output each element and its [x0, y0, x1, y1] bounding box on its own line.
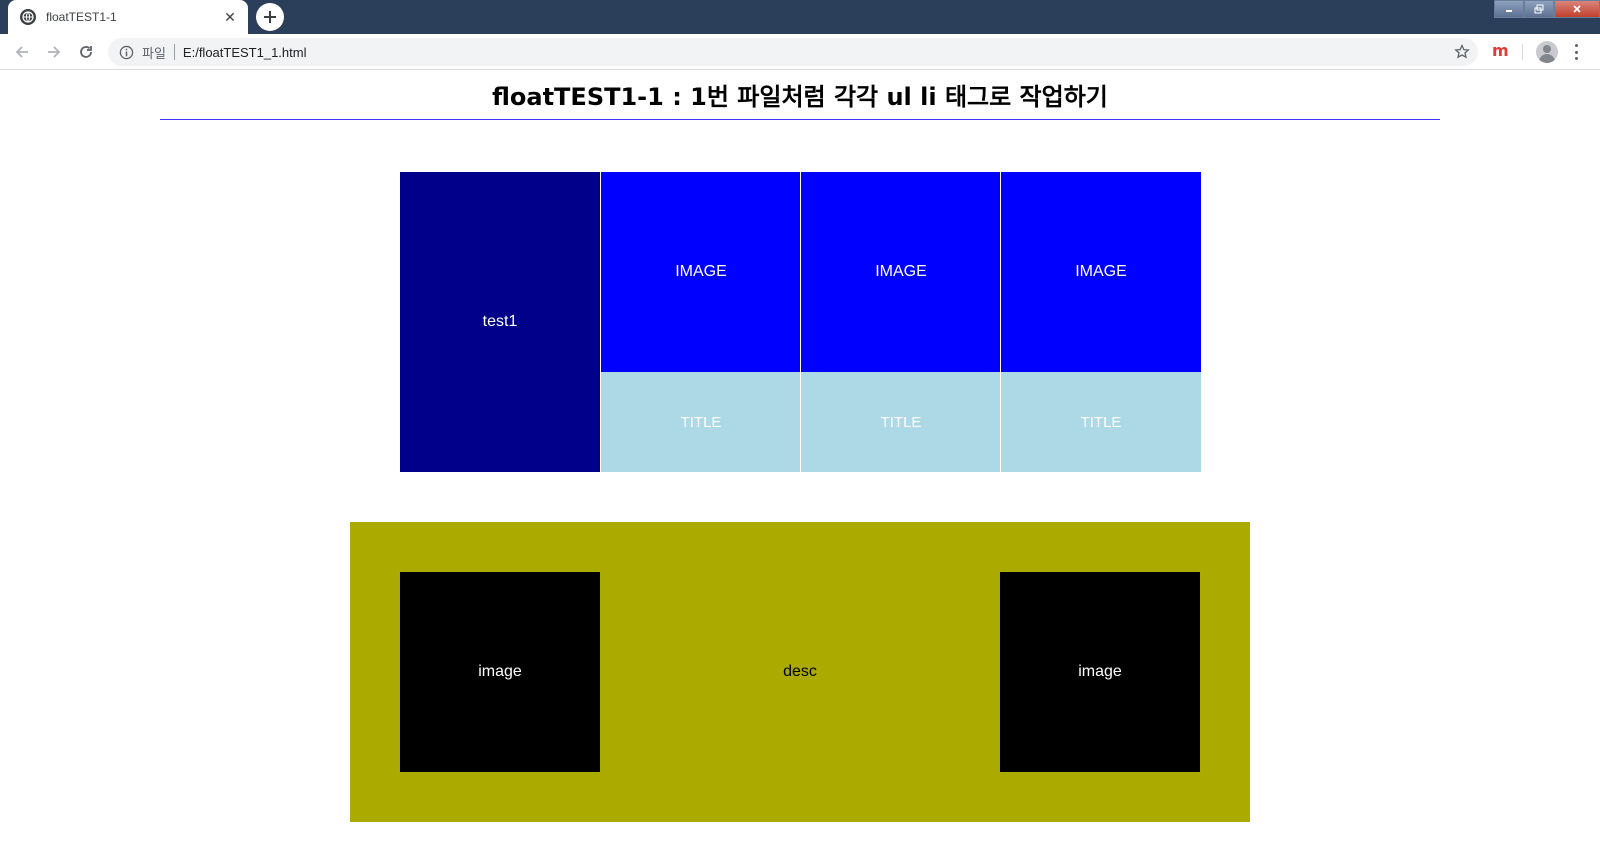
- test1-label: test1: [482, 313, 518, 330]
- card-title-label: TITLE: [880, 413, 922, 431]
- gallery-section: test1 IMAGE TITLE IMAGE TITLE IMAGE TITL…: [400, 172, 1201, 472]
- window-close-button[interactable]: [1554, 0, 1600, 18]
- omnibox-divider: [173, 44, 175, 60]
- page-viewport: floatTEST1-1 : 1번 파일처럼 각각 ul li 태그로 작업하기…: [0, 70, 1600, 860]
- card-image-label: IMAGE: [675, 263, 727, 280]
- url-text[interactable]: E:/floatTEST1_1.html: [183, 45, 307, 60]
- toolbar-divider: [1522, 44, 1523, 60]
- card-image-box: IMAGE: [801, 172, 1001, 372]
- window-controls: [1494, 0, 1600, 20]
- globe-icon: [20, 9, 36, 25]
- address-bar[interactable]: 파일 E:/floatTEST1_1.html: [108, 38, 1478, 66]
- card-image-label: IMAGE: [875, 263, 927, 280]
- reload-button[interactable]: [76, 42, 96, 62]
- tab-title: floatTEST1-1: [46, 10, 117, 24]
- card-image-box: IMAGE: [1001, 172, 1201, 372]
- card-title-box: TITLE: [1001, 372, 1201, 472]
- test1-box: test1: [400, 172, 600, 472]
- gallery-card: IMAGE TITLE: [600, 172, 801, 472]
- card-title-box: TITLE: [601, 372, 801, 472]
- bookmark-star-icon[interactable]: [1454, 44, 1470, 60]
- scheme-label: 파일: [142, 45, 166, 61]
- page-title: floatTEST1-1 : 1번 파일처럼 각각 ul li 태그로 작업하기: [160, 80, 1440, 120]
- card-image-label: IMAGE: [1075, 263, 1127, 280]
- arrow-right-icon: [48, 46, 61, 58]
- browser-toolbar: 파일 E:/floatTEST1_1.html m: [0, 34, 1600, 70]
- plus-icon: [264, 11, 276, 23]
- feature-section: image desc image: [350, 522, 1250, 822]
- restore-icon: [1534, 4, 1544, 14]
- new-tab-button[interactable]: [256, 3, 284, 31]
- card-title-label: TITLE: [1080, 413, 1122, 431]
- browser-tab[interactable]: floatTEST1-1 ✕: [8, 0, 248, 34]
- profile-avatar[interactable]: [1536, 41, 1558, 63]
- minimize-icon: [1506, 10, 1512, 12]
- info-icon[interactable]: [118, 44, 134, 60]
- close-icon: [1573, 5, 1581, 13]
- close-tab-icon[interactable]: ✕: [222, 9, 238, 25]
- description-label: desc: [783, 663, 817, 680]
- left-image-label: image: [478, 663, 522, 680]
- card-image-box: IMAGE: [601, 172, 801, 372]
- browser-titlebar: floatTEST1-1 ✕: [0, 0, 1600, 34]
- minimize-button[interactable]: [1494, 0, 1524, 18]
- gallery-card: IMAGE TITLE: [1000, 172, 1201, 472]
- arrow-left-icon: [15, 46, 28, 58]
- restore-button[interactable]: [1524, 0, 1554, 18]
- right-image-box: image: [1000, 572, 1200, 772]
- more-menu-icon[interactable]: [1574, 44, 1578, 60]
- right-image-label: image: [1078, 663, 1122, 680]
- reload-icon: [80, 46, 92, 58]
- gallery-card: IMAGE TITLE: [800, 172, 1001, 472]
- left-image-box: image: [400, 572, 600, 772]
- forward-button[interactable]: [44, 42, 64, 62]
- back-button[interactable]: [12, 42, 32, 62]
- card-title-box: TITLE: [801, 372, 1001, 472]
- extension-icon[interactable]: m: [1492, 42, 1509, 60]
- description-area: desc: [600, 572, 1000, 772]
- card-title-label: TITLE: [680, 413, 722, 431]
